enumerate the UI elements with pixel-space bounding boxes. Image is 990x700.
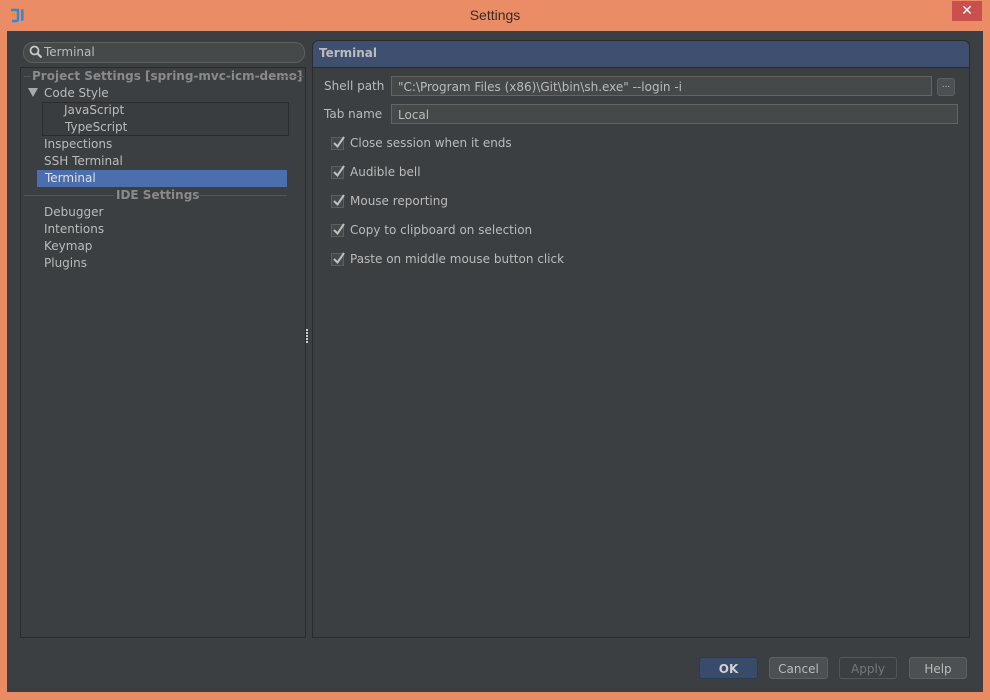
tree-item-debugger[interactable]: Debugger: [44, 204, 103, 221]
tree-item-intentions[interactable]: Intentions: [44, 221, 104, 238]
close-button[interactable]: ✕: [952, 1, 982, 21]
checkmark-icon: [333, 165, 345, 178]
cancel-button[interactable]: Cancel: [769, 657, 828, 679]
panel-header: Terminal: [313, 41, 969, 68]
tree-item-javascript[interactable]: JavaScript: [64, 102, 124, 119]
ellipsis-icon: ...: [941, 80, 951, 90]
option-checkbox[interactable]: [331, 194, 345, 208]
project-settings-separator: Project Settings [spring-mvc-icm-demo]: [21, 69, 305, 83]
tree-item-keymap[interactable]: Keymap: [44, 238, 92, 255]
option-label: Audible bell: [350, 165, 421, 179]
ok-button[interactable]: OK: [699, 657, 758, 679]
browse-button[interactable]: ...: [937, 78, 955, 96]
option-checkbox[interactable]: [331, 252, 345, 266]
tree-item-ssh-terminal[interactable]: SSH Terminal: [44, 153, 123, 170]
expand-triangle-icon[interactable]: [28, 88, 38, 97]
close-icon: ✕: [961, 3, 973, 19]
option-label: Close session when it ends: [350, 136, 512, 150]
tree-item-terminal[interactable]: Terminal: [37, 170, 287, 187]
window-title: Settings: [469, 7, 521, 23]
title-bar: Settings ✕: [0, 0, 990, 31]
tree-item-plugins[interactable]: Plugins: [44, 255, 87, 272]
ide-settings-label: IDE Settings: [116, 188, 200, 202]
option-checkbox[interactable]: [331, 223, 345, 237]
search-value: Terminal: [44, 45, 95, 59]
checkmark-icon: [333, 194, 345, 207]
checkmark-icon: [333, 252, 345, 265]
checkmark-icon: [333, 223, 345, 236]
search-input[interactable]: Terminal: [23, 42, 305, 63]
project-settings-label: Project Settings [spring-mvc-icm-demo]: [32, 69, 303, 83]
settings-dialog: Terminal Project Settings [spring-mvc-ic…: [7, 31, 983, 692]
ide-settings-separator: IDE Settings: [21, 188, 305, 202]
option-label: Mouse reporting: [350, 194, 448, 208]
tree-item-typescript[interactable]: TypeScript: [65, 119, 127, 136]
tab-name-label: Tab name: [324, 107, 383, 121]
option-checkbox[interactable]: [331, 136, 345, 150]
tab-name-input[interactable]: Local: [391, 104, 958, 124]
option-label: Paste on middle mouse button click: [350, 252, 565, 266]
shell-path-label: Shell path: [324, 79, 385, 93]
terminal-settings-panel: Terminal Shell path "C:\Program Files (x…: [312, 40, 970, 638]
search-icon: [29, 45, 43, 59]
panel-title: Terminal: [319, 46, 378, 60]
option-checkbox[interactable]: [331, 165, 345, 179]
help-button[interactable]: Help: [909, 657, 967, 679]
option-label: Copy to clipboard on selection: [350, 223, 533, 237]
tree-item-inspections[interactable]: Inspections: [44, 136, 112, 153]
apply-button[interactable]: Apply: [839, 657, 897, 679]
settings-tree: Project Settings [spring-mvc-icm-demo] C…: [20, 67, 306, 638]
shell-path-input[interactable]: "C:\Program Files (x86)\Git\bin\sh.exe" …: [391, 76, 932, 96]
checkmark-icon: [333, 136, 345, 149]
splitter-handle[interactable]: [305, 329, 309, 345]
